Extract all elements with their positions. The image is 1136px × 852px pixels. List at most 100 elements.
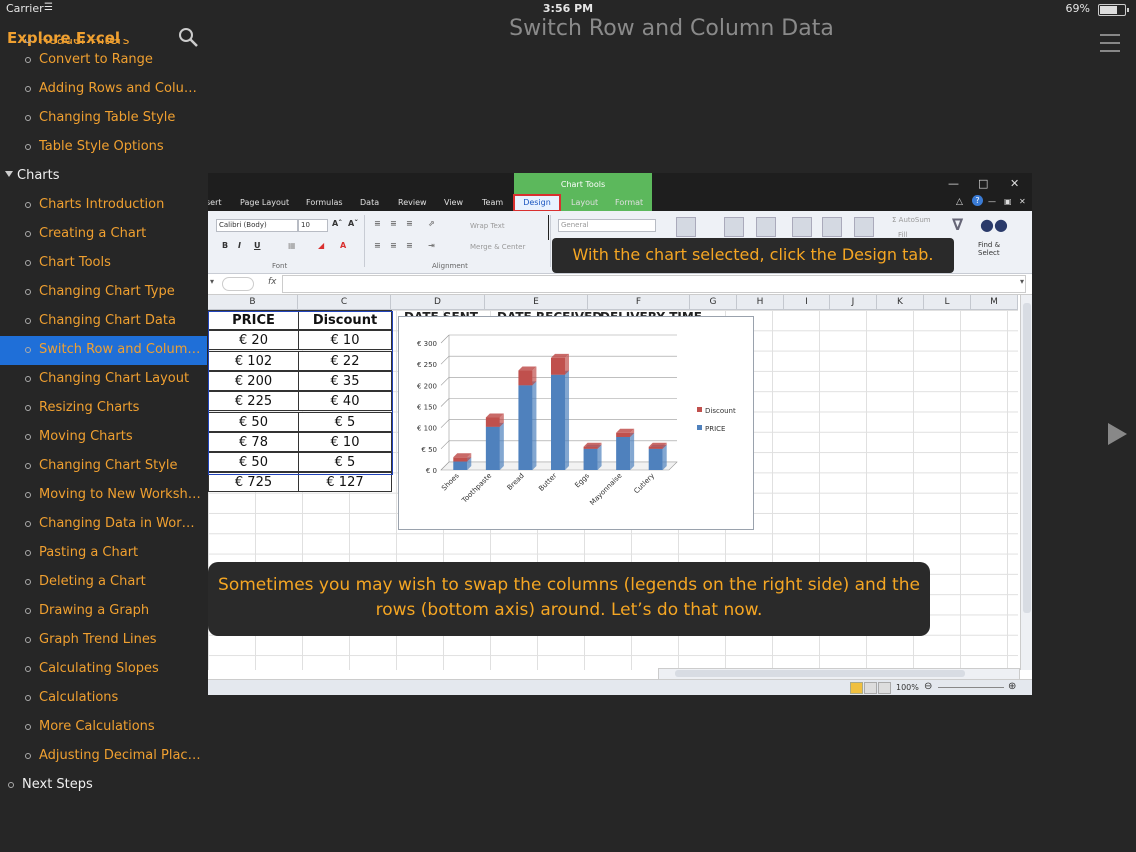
font-name-box[interactable]: Calibri (Body) — [216, 219, 298, 232]
column-header[interactable]: I — [784, 295, 830, 310]
tab-page-layout[interactable]: Page Layout — [240, 198, 289, 207]
zoom-slider[interactable] — [938, 687, 1004, 688]
sidebar-item[interactable]: Changing Chart Layout — [0, 365, 207, 394]
column-header[interactable]: G — [690, 295, 737, 310]
name-box[interactable] — [222, 277, 254, 291]
page-break-view-icon[interactable] — [878, 682, 891, 694]
table-cell[interactable]: € 725 — [208, 472, 299, 493]
formula-input[interactable] — [282, 275, 1026, 293]
column-header[interactable]: B — [208, 295, 298, 310]
sidebar-item[interactable]: Changing Chart Data — [0, 307, 207, 336]
name-box-arrow-icon[interactable]: ▾ — [210, 277, 214, 286]
bold-button[interactable]: B — [222, 241, 228, 250]
tab-view[interactable]: View — [444, 198, 463, 207]
zoom-out-icon[interactable]: ⊖ — [924, 681, 932, 692]
sidebar-item[interactable]: Deleting a Chart — [0, 568, 207, 597]
fx-icon[interactable]: fx — [268, 277, 277, 287]
borders-icon[interactable]: ▦ — [288, 241, 296, 250]
underline-button[interactable]: U — [254, 241, 261, 250]
align-right-icon[interactable]: ≡ — [406, 241, 413, 250]
zoom-in-icon[interactable]: ⊕ — [1008, 681, 1016, 692]
next-arrow-icon[interactable] — [1108, 423, 1127, 445]
align-bottom-icon[interactable]: ≡ — [406, 219, 413, 228]
indent-icon[interactable]: ⇥ — [428, 241, 435, 250]
menu-icon[interactable] — [1100, 34, 1120, 54]
tab-insert[interactable]: sert — [208, 198, 222, 207]
expand-formula-icon[interactable]: ▾ — [1020, 277, 1024, 286]
sidebar-item[interactable]: Adjusting Decimal Places — [0, 742, 207, 771]
sidebar-item[interactable]: Convert to Range — [0, 46, 207, 75]
align-middle-icon[interactable]: ≡ — [390, 219, 397, 228]
orientation-icon[interactable]: ⇗ — [428, 219, 435, 228]
font-size-box[interactable]: 10 — [298, 219, 328, 232]
grow-font-icon[interactable]: Aˆ — [332, 219, 342, 228]
format-table-icon[interactable] — [724, 217, 744, 237]
chart[interactable]: € 0 € 50 € 100 € 150 € 200 € 250 € 300 Shoes Too… — [398, 316, 754, 530]
sidebar-item[interactable]: Changing Data in Works... — [0, 510, 207, 539]
column-header[interactable]: J — [830, 295, 877, 310]
column-header[interactable]: F — [588, 295, 690, 310]
page-layout-view-icon[interactable] — [864, 682, 877, 694]
minimize-icon[interactable]: — — [948, 177, 959, 190]
sidebar-item[interactable]: Calculating Slopes — [0, 655, 207, 684]
table-cell[interactable]: € 127 — [298, 472, 392, 493]
sidebar-item[interactable]: Changing Chart Style — [0, 452, 207, 481]
number-format-box[interactable]: General — [558, 219, 656, 232]
sidebar-item[interactable]: Pasting a Chart — [0, 539, 207, 568]
font-color-icon[interactable]: A — [340, 241, 346, 250]
sidebar-item[interactable]: Changing Chart Type — [0, 278, 207, 307]
column-header[interactable]: D — [391, 295, 485, 310]
column-header[interactable]: E — [485, 295, 588, 310]
column-header[interactable]: M — [971, 295, 1018, 310]
sidebar-item[interactable]: Creating a Chart — [0, 220, 207, 249]
italic-button[interactable]: I — [238, 241, 241, 250]
sidebar-item[interactable]: Graph Trend Lines — [0, 626, 207, 655]
align-left-icon[interactable]: ≡ — [374, 241, 381, 250]
sidebar-item[interactable]: Changing Table Style — [0, 104, 207, 133]
sidebar-item[interactable]: Switch Row and Column ... — [0, 336, 207, 365]
tab-design[interactable]: Design — [513, 194, 561, 212]
column-header[interactable]: K — [877, 295, 924, 310]
wrap-text-button[interactable]: Wrap Text — [470, 222, 505, 230]
align-center-icon[interactable]: ≡ — [390, 241, 397, 250]
formula-bar[interactable]: ▾ fx ▾ — [208, 274, 1032, 295]
sidebar-item[interactable]: Next Steps — [0, 771, 207, 800]
conditional-format-icon[interactable] — [676, 217, 696, 237]
sidebar-item[interactable]: Calculations — [0, 684, 207, 713]
align-top-icon[interactable]: ≡ — [374, 219, 381, 228]
sidebar-item[interactable]: Charts — [0, 162, 207, 191]
tab-format[interactable]: Format — [615, 198, 643, 207]
fill-color-icon[interactable]: ◢ — [318, 241, 324, 250]
tab-layout[interactable]: Layout — [571, 198, 598, 207]
binoculars-icon[interactable]: ●● — [980, 215, 1008, 234]
column-header[interactable]: C — [298, 295, 391, 310]
sidebar-item[interactable]: Drawing a Graph — [0, 597, 207, 626]
sidebar-item[interactable]: Chart Tools — [0, 249, 207, 278]
tab-team[interactable]: Team — [482, 198, 503, 207]
find-select-button[interactable]: Find & Select — [978, 241, 1018, 257]
cell-styles-icon[interactable] — [756, 217, 776, 237]
tab-review[interactable]: Review — [398, 198, 427, 207]
insert-cells-icon[interactable] — [792, 217, 812, 237]
close-icon[interactable]: ✕ — [1010, 177, 1019, 190]
shrink-font-icon[interactable]: Aˇ — [348, 219, 358, 228]
sidebar-item[interactable]: Adding Rows and Columns — [0, 75, 207, 104]
maximize-icon[interactable]: □ — [978, 177, 988, 190]
normal-view-icon[interactable] — [850, 682, 863, 694]
sort-filter-icon[interactable]: ∇ — [952, 215, 963, 234]
sidebar-item[interactable]: Moving to New Worksheet — [0, 481, 207, 510]
sidebar-item[interactable]: More Calculations — [0, 713, 207, 742]
delete-cells-icon[interactable] — [822, 217, 842, 237]
tab-formulas[interactable]: Formulas — [306, 198, 343, 207]
sidebar-item[interactable]: Charts Introduction — [0, 191, 207, 220]
sidebar-item[interactable]: Table Style Options — [0, 133, 207, 162]
sidebar-item[interactable]: Moving Charts — [0, 423, 207, 452]
column-header[interactable]: H — [737, 295, 784, 310]
autosum-button[interactable]: Σ AutoSum — [892, 216, 931, 224]
format-cells-icon[interactable] — [854, 217, 874, 237]
tab-data[interactable]: Data — [360, 198, 379, 207]
vertical-scrollbar[interactable] — [1020, 295, 1032, 670]
sidebar-item[interactable]: Resizing Charts — [0, 394, 207, 423]
column-header[interactable]: L — [924, 295, 971, 310]
merge-center-button[interactable]: Merge & Center — [470, 243, 525, 251]
